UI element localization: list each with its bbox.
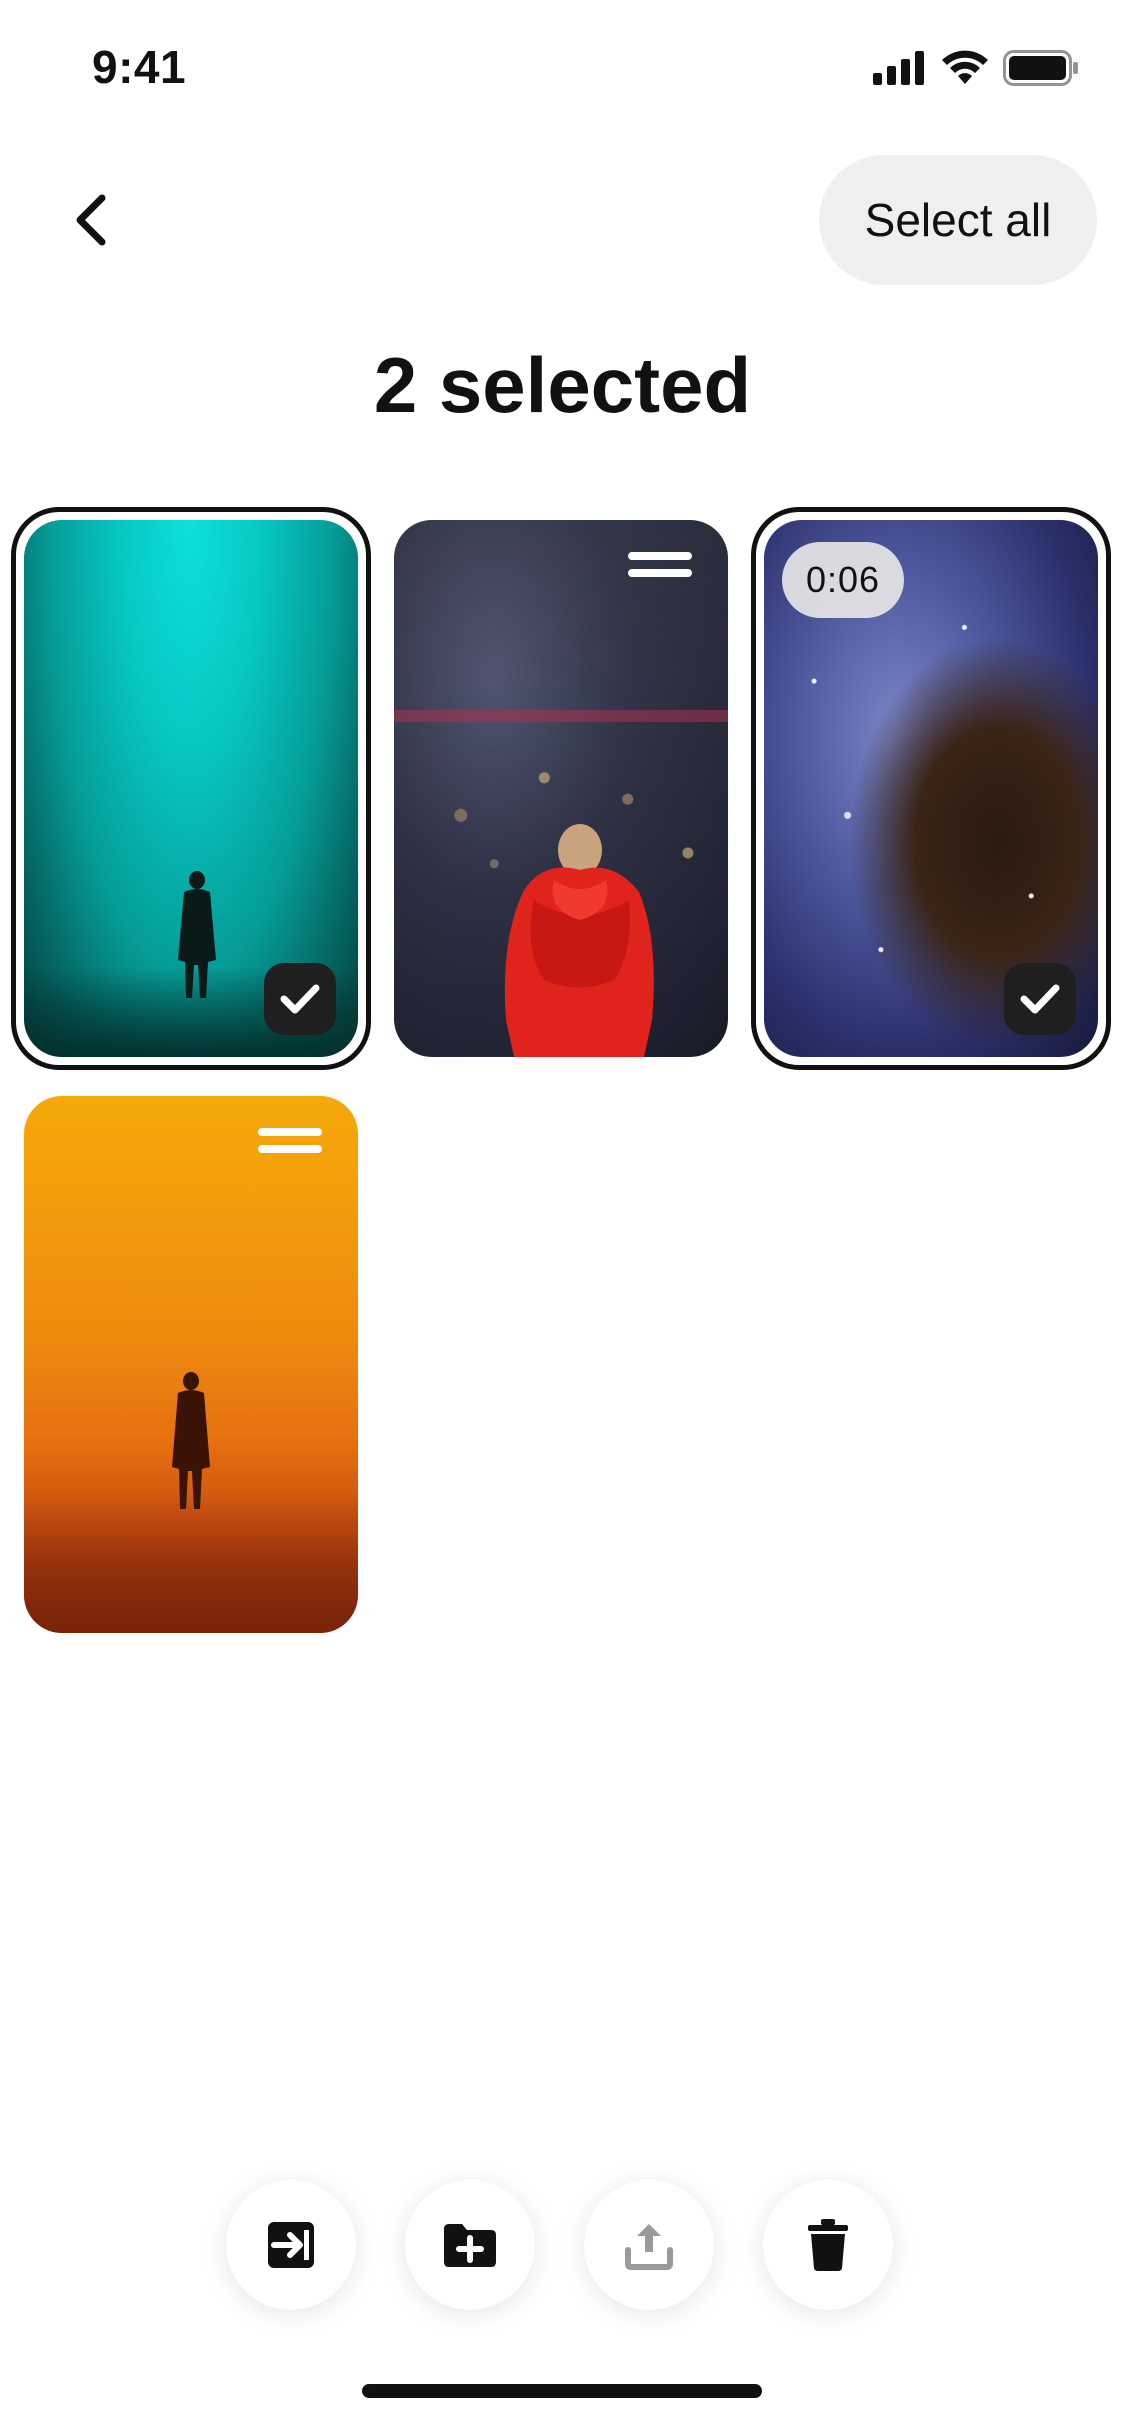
check-badge — [264, 963, 336, 1035]
page-title: 2 selected — [373, 341, 752, 429]
share-icon — [625, 2224, 673, 2270]
move-to-button[interactable] — [226, 2180, 356, 2310]
check-icon — [280, 984, 320, 1014]
video-duration-badge: 0:06 — [782, 542, 905, 618]
battery-icon — [1003, 50, 1078, 86]
figure-silhouette — [178, 871, 216, 998]
performer-figure — [504, 824, 654, 1057]
add-to-folder-icon — [444, 2224, 496, 2267]
home-indicator — [362, 2384, 762, 2398]
move-to-icon — [268, 2222, 314, 2268]
share-button[interactable] — [584, 2180, 714, 2310]
status-bar: 9:41 — [0, 0, 1125, 140]
add-to-folder-button[interactable] — [405, 2180, 535, 2310]
menu-lines-icon — [258, 1128, 322, 1162]
check-badge — [1004, 963, 1076, 1035]
check-icon — [1020, 984, 1060, 1014]
figure-silhouette — [172, 1372, 210, 1509]
tile-band — [394, 710, 728, 722]
pin-tile-nebula[interactable]: 0:06 — [764, 520, 1098, 1057]
status-time: 9:41 — [92, 41, 187, 93]
trash-icon — [808, 2219, 848, 2271]
delete-button[interactable] — [763, 2180, 893, 2310]
back-button[interactable] — [52, 180, 132, 260]
wifi-icon — [942, 50, 988, 84]
action-bar — [0, 2180, 1125, 2340]
menu-lines-icon — [628, 552, 692, 586]
status-icons — [873, 50, 1079, 86]
pin-tile-orange-haze[interactable] — [24, 1096, 358, 1633]
pin-tile-red-puffer[interactable] — [394, 520, 728, 1057]
tile-ground — [24, 1493, 358, 1633]
cellular-signal-icon — [873, 51, 924, 85]
pin-tile-teal-fog[interactable] — [24, 520, 358, 1057]
chevron-left-icon — [76, 194, 106, 246]
select-all-button[interactable]: Select all — [819, 155, 1097, 285]
